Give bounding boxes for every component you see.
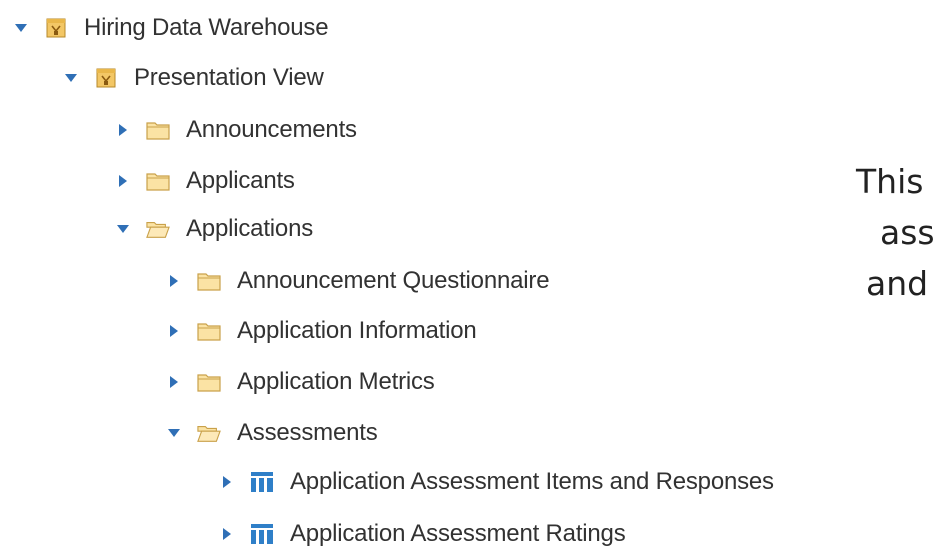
tree-node-application-information[interactable]: Application Information — [165, 315, 477, 347]
folder-closed-icon — [197, 269, 221, 293]
chevron-right-icon[interactable] — [114, 172, 132, 190]
package-icon — [94, 66, 118, 90]
tree-node-announcement-questionnaire[interactable]: Announcement Questionnaire — [165, 265, 550, 297]
tree-node-announcements[interactable]: Announcements — [114, 114, 357, 146]
chevron-right-icon[interactable] — [218, 525, 236, 543]
tree-node-presentation-view[interactable]: Presentation View — [62, 62, 324, 94]
side-text-line-1: This — [856, 162, 924, 201]
folder-closed-icon — [146, 118, 170, 142]
folder-closed-icon — [197, 319, 221, 343]
chevron-right-icon[interactable] — [165, 322, 183, 340]
tree-node-label: Announcements — [186, 116, 357, 143]
tree-node-label: Application Information — [237, 317, 477, 344]
folder-closed-icon — [146, 169, 170, 193]
chevron-down-icon[interactable] — [12, 19, 30, 37]
tree-node-applicants[interactable]: Applicants — [114, 165, 295, 197]
folder-open-icon — [146, 217, 170, 241]
tree-node-label: Announcement Questionnaire — [237, 267, 550, 294]
side-text-line-2: ass — [880, 213, 935, 252]
folder-open-icon — [197, 421, 221, 445]
table-icon — [250, 522, 274, 546]
tree-node-label: Application Metrics — [237, 368, 435, 395]
tree-node-assessments[interactable]: Assessments — [165, 417, 378, 449]
tree-node-label: Assessments — [237, 419, 378, 446]
tree-node-label: Applicants — [186, 167, 295, 194]
chevron-right-icon[interactable] — [165, 373, 183, 391]
tree-node-application-metrics[interactable]: Application Metrics — [165, 366, 435, 398]
chevron-down-icon[interactable] — [165, 424, 183, 442]
chevron-right-icon[interactable] — [165, 272, 183, 290]
tree-node-label: Applications — [186, 215, 314, 242]
folder-closed-icon — [197, 370, 221, 394]
table-icon — [250, 470, 274, 494]
tree-node-label: Application Assessment Items and Respons… — [290, 468, 774, 495]
tree-node-label: Hiring Data Warehouse — [84, 14, 329, 41]
chevron-down-icon[interactable] — [62, 69, 80, 87]
tree-node-hiring-data-warehouse[interactable]: Hiring Data Warehouse — [12, 12, 329, 44]
tree-node-label: Presentation View — [134, 64, 324, 91]
side-text-line-3: and — [866, 264, 929, 303]
tree-node-applications[interactable]: Applications — [114, 213, 313, 245]
tree-node-application-assessment-items[interactable]: Application Assessment Items and Respons… — [218, 466, 774, 498]
chevron-right-icon[interactable] — [218, 473, 236, 491]
tree-node-label: Application Assessment Ratings — [290, 520, 626, 547]
package-icon — [44, 16, 68, 40]
tree-node-application-assessment-ratings[interactable]: Application Assessment Ratings — [218, 518, 626, 550]
chevron-right-icon[interactable] — [114, 121, 132, 139]
chevron-down-icon[interactable] — [114, 220, 132, 238]
